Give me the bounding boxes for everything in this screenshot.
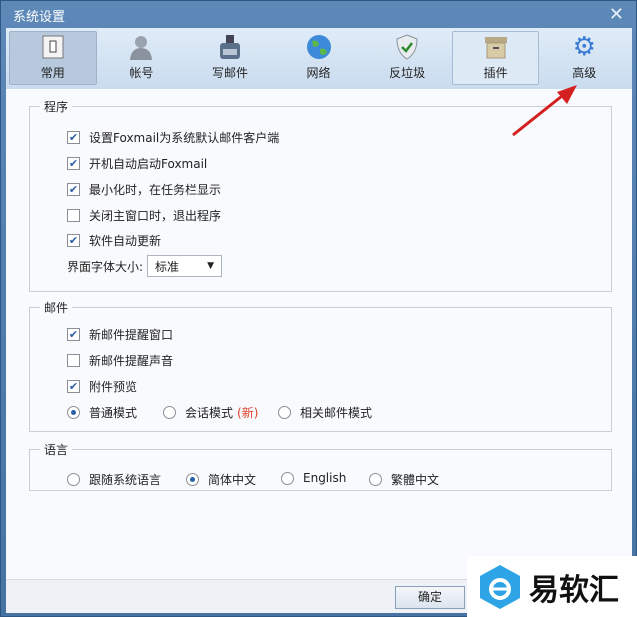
radio-english[interactable]: English — [281, 471, 346, 485]
tab-label: 写邮件 — [211, 66, 248, 80]
group-title: 语言 — [40, 441, 73, 458]
checkbox-default-client[interactable]: ✔ 设置Foxmail为系统默认邮件客户端 — [67, 129, 279, 146]
font-size-value: 标准 — [155, 259, 180, 274]
option-label: English — [303, 471, 347, 485]
watermark: 易软汇 — [467, 556, 637, 617]
option-label: 附件预览 — [89, 380, 138, 394]
checkbox-new-mail-popup[interactable]: ✔ 新邮件提醒窗口 — [67, 326, 173, 343]
checkbox-auto-update[interactable]: ✔ 软件自动更新 — [67, 232, 161, 249]
option-label: 跟随系统语言 — [89, 473, 162, 487]
inkwell-icon — [187, 32, 273, 62]
tab-advanced[interactable]: ⚙ 高级 — [540, 31, 628, 85]
radio[interactable] — [278, 406, 291, 419]
radio-normal-mode[interactable]: 普通模式 — [67, 404, 137, 421]
globe-icon — [276, 32, 362, 62]
checkbox-minimize-taskbar[interactable]: ✔ 最小化时，在任务栏显示 — [67, 181, 221, 198]
option-label: 设置Foxmail为系统默认邮件客户端 — [89, 131, 280, 145]
option-label: 新邮件提醒窗口 — [89, 328, 174, 342]
group-title: 程序 — [40, 98, 73, 115]
checkbox-new-mail-sound[interactable]: 新邮件提醒声音 — [67, 352, 173, 369]
shield-icon — [364, 32, 450, 62]
checkbox[interactable]: ✔ — [67, 183, 80, 196]
radio[interactable] — [163, 406, 176, 419]
font-size-label: 界面字体大小: — [67, 259, 144, 274]
tab-compose[interactable]: 写邮件 — [186, 31, 274, 85]
radio-follow-system[interactable]: 跟随系统语言 — [67, 471, 161, 488]
ok-button[interactable]: 确定 — [395, 586, 465, 609]
radio-conversation-mode[interactable]: 会话模式 (新) — [163, 404, 258, 421]
radio-simplified-chinese[interactable]: 简体中文 — [186, 471, 256, 488]
mail-group: 邮件 ✔ 新邮件提醒窗口 新邮件提醒声音 ✔ 附件预览 普通模式 会话模式 (新) 相… — [29, 299, 612, 432]
tab-antispam[interactable]: 反垃圾 — [363, 31, 451, 85]
font-size-row: 界面字体大小: 标准 ▼ — [67, 255, 223, 277]
checkbox-close-exit[interactable]: 关闭主窗口时，退出程序 — [67, 207, 221, 224]
option-label: 简体中文 — [208, 473, 257, 487]
checkbox[interactable] — [67, 209, 80, 222]
tab-account[interactable]: 帐号 — [98, 31, 186, 85]
group-title: 邮件 — [40, 299, 73, 316]
new-badge: (新) — [237, 406, 259, 420]
option-label: 新邮件提醒声音 — [89, 354, 174, 368]
option-label: 普通模式 — [89, 406, 138, 420]
tab-label: 网络 — [306, 66, 331, 80]
checkbox[interactable]: ✔ — [67, 131, 80, 144]
radio[interactable] — [369, 473, 382, 486]
radio[interactable] — [67, 473, 80, 486]
checkbox[interactable]: ✔ — [67, 380, 80, 393]
switch-icon — [10, 32, 96, 62]
radio[interactable] — [186, 473, 199, 486]
user-icon — [99, 32, 185, 62]
watermark-logo-icon — [480, 564, 520, 609]
radio-traditional-chinese[interactable]: 繁體中文 — [369, 471, 439, 488]
tab-label: 常用 — [40, 66, 65, 80]
checkbox-attachment-preview[interactable]: ✔ 附件预览 — [67, 378, 137, 395]
option-label: 相关邮件模式 — [300, 406, 373, 420]
tab-general[interactable]: 常用 — [9, 31, 97, 85]
gear-icon: ⚙ — [572, 32, 596, 62]
radio-related-mode[interactable]: 相关邮件模式 — [278, 404, 372, 421]
option-label: 会话模式 — [185, 406, 234, 420]
checkbox[interactable] — [67, 354, 80, 367]
checkbox[interactable]: ✔ — [67, 234, 80, 247]
general-settings-panel: 程序 ✔ 设置Foxmail为系统默认邮件客户端 ✔ 开机自动启动Foxmail ✔… — [6, 89, 632, 579]
tab-label: 帐号 — [129, 66, 154, 80]
tab-label: 反垃圾 — [389, 66, 426, 80]
radio[interactable] — [67, 406, 80, 419]
font-size-select[interactable]: 标准 ▼ — [147, 255, 223, 277]
tab-label: 插件 — [483, 66, 508, 80]
close-icon[interactable]: ✕ — [609, 4, 624, 25]
option-label: 最小化时，在任务栏显示 — [89, 183, 222, 197]
tab-plugins[interactable]: 插件 — [451, 31, 540, 85]
checkbox[interactable]: ✔ — [67, 328, 80, 341]
tab-label: 高级 — [572, 66, 597, 80]
watermark-text: 易软汇 — [529, 572, 619, 608]
checkbox-autostart[interactable]: ✔ 开机自动启动Foxmail — [67, 155, 207, 172]
tab-network[interactable]: 网络 — [275, 31, 363, 85]
option-label: 关闭主窗口时，退出程序 — [89, 209, 222, 223]
option-label: 繁體中文 — [391, 473, 440, 487]
chevron-down-icon: ▼ — [207, 261, 215, 271]
checkbox[interactable]: ✔ — [67, 157, 80, 170]
box-icon — [453, 32, 539, 62]
language-group: 语言 跟随系统语言 简体中文 English 繁體中文 — [29, 441, 612, 491]
option-label: 开机自动启动Foxmail — [89, 157, 208, 171]
option-label: 软件自动更新 — [89, 234, 162, 248]
radio[interactable] — [281, 471, 294, 485]
red-arrow-annotation — [512, 85, 577, 137]
window-title: 系统设置 — [13, 10, 66, 25]
